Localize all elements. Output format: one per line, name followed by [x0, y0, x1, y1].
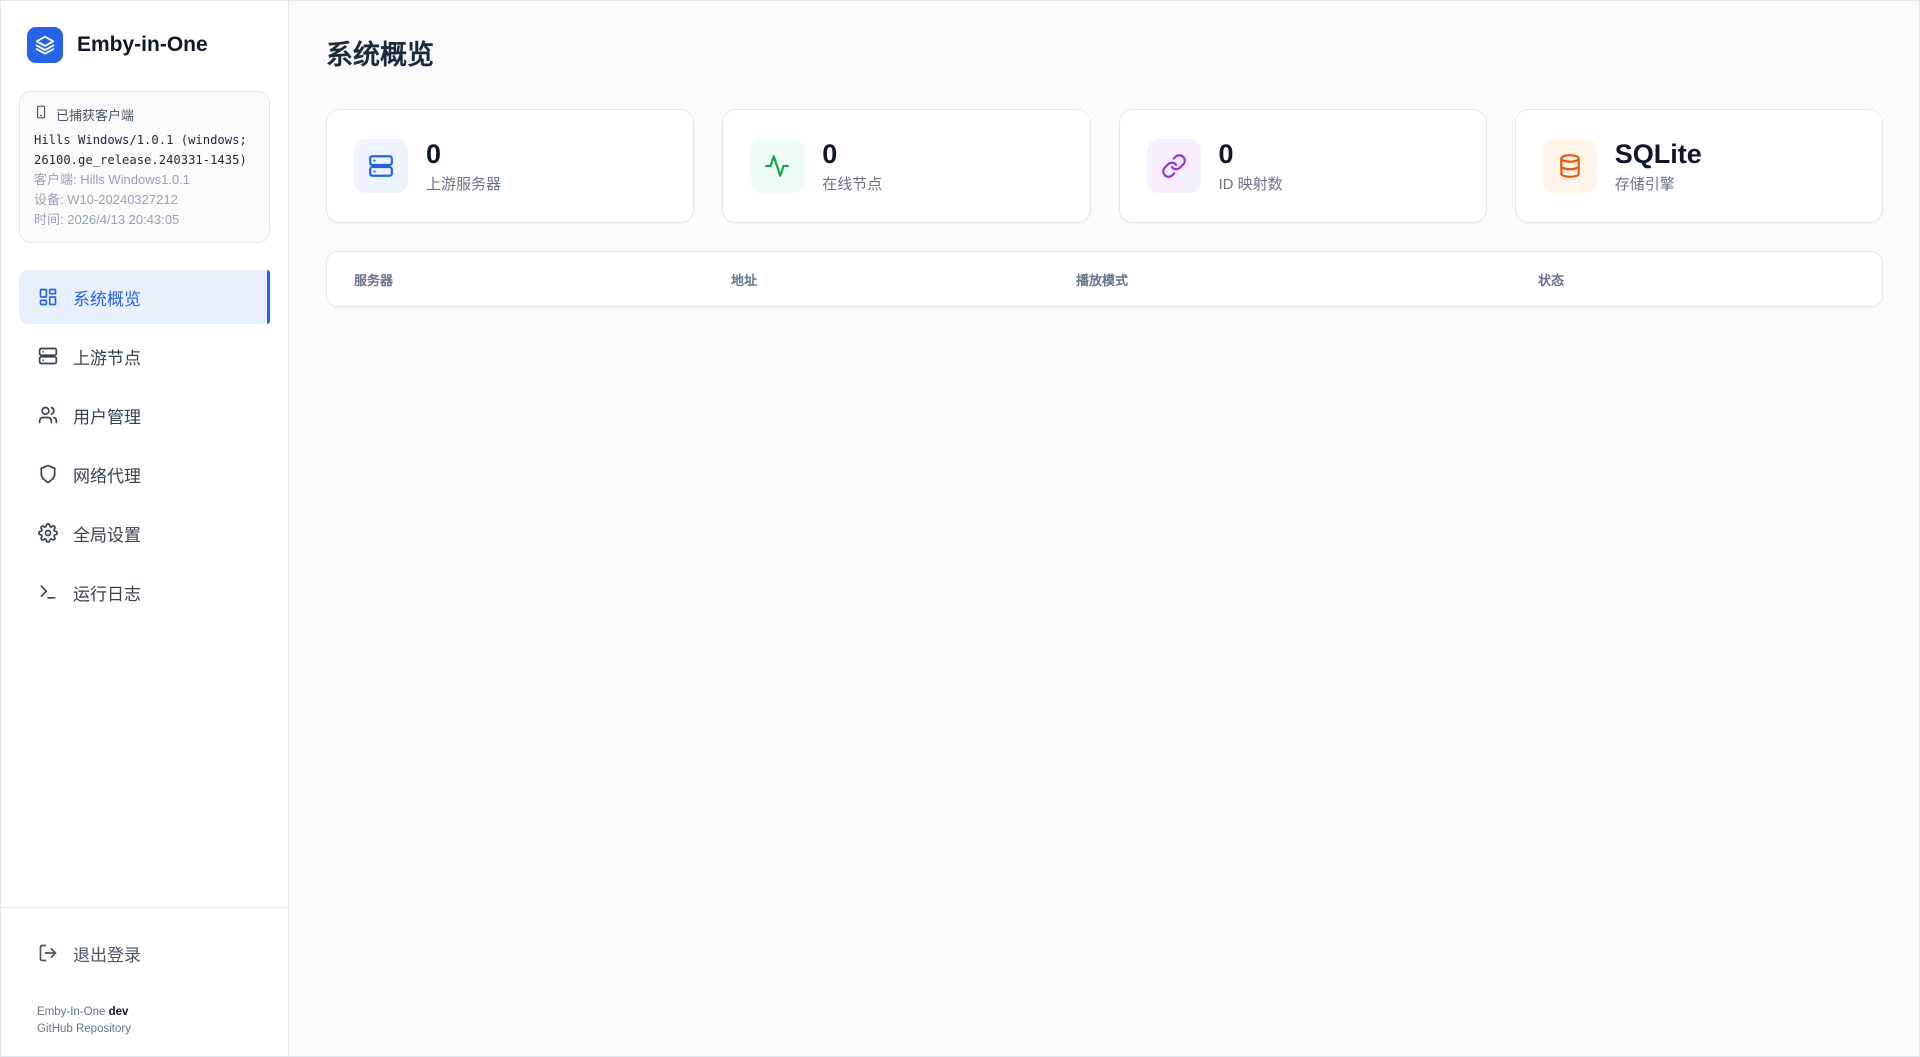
captured-client-card: 已捕获客户端 Hills Windows/1.0.1 (windows; 261… — [19, 91, 270, 243]
brand-name: Emby-in-One — [77, 33, 208, 56]
stat-card-online-nodes: 0 在线节点 — [722, 109, 1091, 223]
column-header-play-mode: 播放模式 — [1076, 272, 1129, 288]
stats-grid: 0 上游服务器 0 在线节点 0 ID 映射数 SQLite 存储引擎 — [326, 109, 1883, 223]
sidebar-item-users[interactable]: 用户管理 — [19, 388, 270, 442]
sidebar-item-label: 网络代理 — [73, 466, 141, 486]
sidebar-item-logs[interactable]: 运行日志 — [19, 565, 270, 619]
app-root: Emby-in-One 已捕获客户端 Hills Windows/1.0.1 (… — [0, 0, 1920, 1057]
stat-label: 存储引擎 — [1614, 175, 1675, 193]
link-icon — [1146, 139, 1201, 193]
servers-table: 服务器 地址 播放模式 状态 — [326, 251, 1883, 307]
sidebar-item-proxy[interactable]: 网络代理 — [19, 447, 270, 501]
sidebar-nav: 系统概览 上游节点 用户管理 网络代理 全局设置 运行日志 — [1, 270, 288, 619]
stat-value: 0 — [426, 138, 442, 169]
stat-card-id-mappings: 0 ID 映射数 — [1118, 109, 1487, 223]
activity-icon — [750, 139, 805, 193]
footer-version: dev — [108, 1006, 129, 1018]
stat-card-upstream-servers: 0 上游服务器 — [326, 109, 695, 223]
layers-icon — [27, 27, 63, 63]
smartphone-icon — [34, 105, 48, 124]
sidebar-footer: 退出登录 Emby-In-One dev GitHub Repository — [1, 907, 288, 1056]
stat-label: 在线节点 — [822, 175, 883, 193]
client-name: 客户端: Hills Windows1.0.1 — [34, 172, 191, 187]
sidebar-item-overview[interactable]: 系统概览 — [19, 270, 270, 324]
logout-icon — [37, 942, 59, 964]
gear-icon — [37, 522, 59, 544]
client-device: 设备: W10-20240327212 — [34, 192, 178, 207]
server-icon — [37, 345, 59, 367]
brand[interactable]: Emby-in-One — [1, 1, 288, 89]
sidebar-item-upstream[interactable]: 上游节点 — [19, 329, 270, 383]
sidebar-item-label: 用户管理 — [73, 407, 141, 427]
sidebar-item-settings[interactable]: 全局设置 — [19, 506, 270, 560]
stat-label: ID 映射数 — [1218, 175, 1283, 193]
column-header-address: 地址 — [731, 272, 758, 288]
stat-value: 0 — [1218, 138, 1234, 169]
sidebar-item-label: 系统概览 — [73, 289, 141, 309]
sidebar-item-label: 运行日志 — [73, 584, 141, 604]
footer-meta: Emby-In-One dev GitHub Repository — [19, 1004, 270, 1038]
client-user-agent: Hills Windows/1.0.1 (windows; 26100.ge_r… — [34, 133, 247, 167]
client-card-title: 已捕获客户端 — [56, 108, 135, 123]
sidebar: Emby-in-One 已捕获客户端 Hills Windows/1.0.1 (… — [1, 1, 289, 1056]
stat-value: 0 — [822, 138, 838, 169]
sidebar-item-label: 全局设置 — [73, 525, 141, 545]
stat-label: 上游服务器 — [426, 175, 502, 193]
footer-app-name: Emby-In-One — [37, 1006, 106, 1018]
sidebar-item-label: 上游节点 — [73, 348, 141, 368]
github-repo-link[interactable]: GitHub Repository — [37, 1023, 131, 1035]
database-icon — [1542, 139, 1597, 193]
logout-button[interactable]: 退出登录 — [19, 928, 270, 978]
main-content: 系统概览 0 上游服务器 0 在线节点 0 ID 映射数 SQLite 存储引擎… — [289, 1, 1919, 1056]
column-header-status: 状态 — [1538, 272, 1565, 288]
stat-card-storage-engine: SQLite 存储引擎 — [1514, 109, 1883, 223]
dashboard-icon — [37, 286, 59, 308]
shield-icon — [37, 463, 59, 485]
terminal-icon — [37, 581, 59, 603]
stat-value: SQLite — [1614, 138, 1702, 169]
column-header-server: 服务器 — [354, 272, 394, 288]
users-icon — [37, 404, 59, 426]
client-time: 时间: 2026/4/13 20:43:05 — [34, 212, 180, 227]
logout-label: 退出登录 — [73, 945, 141, 965]
server-icon — [354, 139, 408, 193]
page-title: 系统概览 — [326, 40, 434, 70]
